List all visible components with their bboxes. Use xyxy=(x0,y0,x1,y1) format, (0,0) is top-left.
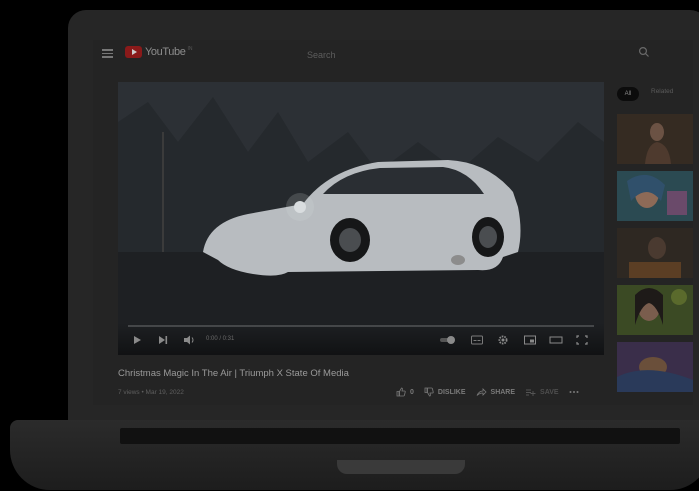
logo-region: IN xyxy=(187,46,193,52)
settings-icon[interactable] xyxy=(496,334,510,346)
volume-icon[interactable] xyxy=(182,334,196,346)
autoplay-toggle-icon[interactable] xyxy=(438,334,458,346)
browser-screen: YouTube IN Search 0:00 / 0:31 Christmas … xyxy=(93,40,693,405)
related-video-thumbnail[interactable] xyxy=(617,114,693,164)
video-actions: 0 DISLIKE SHARE SAVE xyxy=(396,387,579,397)
share-button[interactable]: SHARE xyxy=(476,387,516,397)
thumbnail-image xyxy=(617,171,693,221)
search-icon[interactable] xyxy=(638,46,650,58)
time-display: 0:00 / 0:31 xyxy=(206,336,235,342)
menu-icon[interactable] xyxy=(102,49,113,58)
related-video-thumbnail[interactable] xyxy=(617,285,693,335)
video-player[interactable]: 0:00 / 0:31 xyxy=(118,82,604,355)
video-meta: 7 views • Mar 19, 2022 xyxy=(118,389,184,396)
save-icon xyxy=(526,389,536,396)
related-video-thumbnail[interactable] xyxy=(617,171,693,221)
chip-all[interactable]: All xyxy=(617,87,639,101)
thumbnail-image xyxy=(617,228,693,278)
next-icon[interactable] xyxy=(156,334,170,346)
fullscreen-icon[interactable] xyxy=(575,334,589,346)
like-button[interactable]: 0 xyxy=(396,387,414,397)
more-button[interactable] xyxy=(569,390,579,394)
laptop-mockup: YouTube IN Search 0:00 / 0:31 Christmas … xyxy=(0,0,699,491)
play-icon[interactable] xyxy=(130,334,144,346)
share-label: SHARE xyxy=(490,388,516,396)
related-video-thumbnail[interactable] xyxy=(617,228,693,278)
dislike-button[interactable]: DISLIKE xyxy=(424,387,466,397)
youtube-logo[interactable]: YouTube IN xyxy=(125,46,192,58)
thumbnail-image xyxy=(617,114,693,164)
like-count: 0 xyxy=(410,388,414,396)
related-video-thumbnail[interactable] xyxy=(617,342,693,392)
save-button[interactable]: SAVE xyxy=(525,387,559,397)
theater-icon[interactable] xyxy=(549,334,563,346)
laptop-hinge xyxy=(120,428,680,444)
save-label: SAVE xyxy=(540,388,559,396)
captions-icon[interactable] xyxy=(470,334,484,346)
progress-bar[interactable] xyxy=(128,325,594,327)
search-input[interactable] xyxy=(305,47,589,63)
share-icon xyxy=(476,388,487,396)
logo-text: YouTube xyxy=(145,46,186,58)
video-title: Christmas Magic In The Air | Triumph X S… xyxy=(118,368,349,379)
dislike-icon xyxy=(424,387,434,397)
like-icon xyxy=(396,387,406,397)
miniplayer-icon[interactable] xyxy=(523,334,537,346)
thumbnail-image xyxy=(617,285,693,335)
youtube-play-logo-icon xyxy=(125,46,142,58)
video-frame xyxy=(118,82,604,355)
youtube-header: YouTube IN xyxy=(93,40,693,68)
chip-related[interactable]: Related xyxy=(651,88,673,95)
dislike-label: DISLIKE xyxy=(437,388,466,396)
thumbnail-image xyxy=(617,342,693,392)
laptop-notch xyxy=(337,460,465,474)
more-icon xyxy=(569,391,579,393)
player-controls: 0:00 / 0:31 xyxy=(118,323,604,355)
